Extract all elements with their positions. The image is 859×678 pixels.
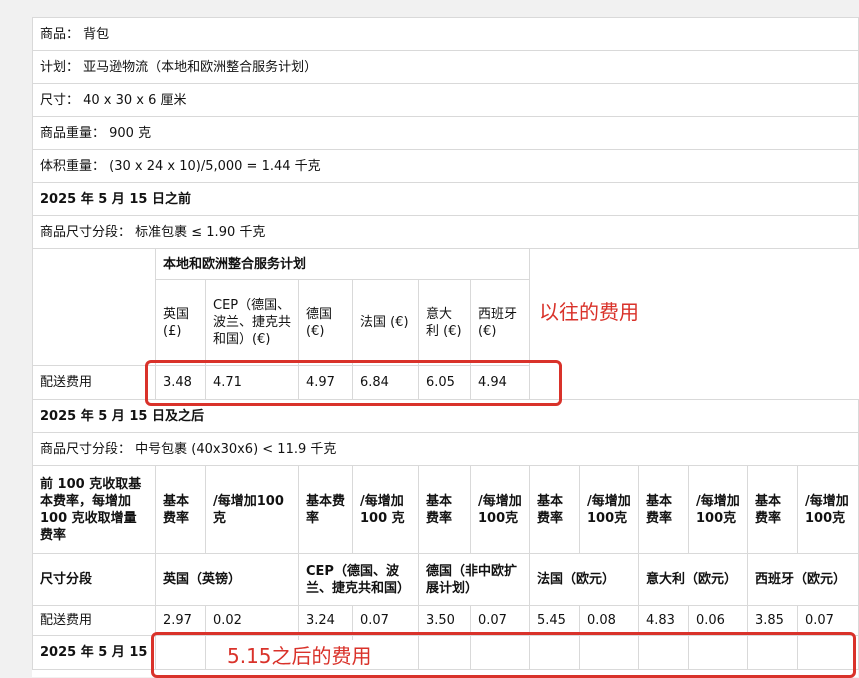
after-fee-cep-base: 3.24	[298, 605, 353, 636]
plan-row: 计划： 亚马逊物流（本地和欧洲整合服务计划）	[31, 50, 859, 84]
after-country-de: 德国（非中欧扩展计划）	[418, 553, 530, 606]
after-fee-fr-incr: 0.08	[579, 605, 639, 636]
after-date-heading: 2025 年 5 月 15 日及之后	[31, 399, 859, 433]
after-fee-de-base: 3.50	[418, 605, 471, 636]
after-country-es: 西班牙（欧元）	[746, 553, 859, 606]
after-incr-de: /每增加100克	[470, 465, 530, 554]
before-col-de: 德国 (€)	[298, 279, 353, 366]
after-fee-es-base: 3.85	[747, 605, 798, 636]
before-size-tier: 商品尺寸分段： 标准包裹 ≤ 1.90 千克	[31, 215, 859, 249]
before-fee-fr: 6.84	[352, 365, 419, 400]
before-fee-annotation: 以往的费用	[539, 300, 639, 324]
size-row: 尺寸： 40 x 30 x 6 厘米	[31, 83, 859, 117]
before-fee-it: 6.05	[418, 365, 471, 400]
before-plan-header: 本地和欧洲整合服务计划	[155, 248, 530, 280]
after-incr-uk: /每增加100克	[205, 465, 299, 554]
before-empty-corner	[32, 248, 156, 366]
before-col-fr: 法国 (€)	[352, 279, 419, 366]
after-incr-fr: /每增加100克	[579, 465, 639, 554]
after-fee-it-incr: 0.06	[688, 605, 748, 636]
after-fee-uk-incr: 0.02	[205, 605, 299, 636]
after-country-cep: CEP（德国、波兰、捷克共和国）	[298, 553, 419, 606]
after-fee-cep-incr: 0.07	[352, 605, 419, 636]
before-fee-label: 配送费用	[32, 365, 156, 400]
weight-row: 商品重量： 900 克	[31, 116, 859, 150]
after-rate-description: 前 100 克收取基本费率，每增加 100 克收取增量费率	[32, 465, 156, 554]
before-date-heading: 2025 年 5 月 15 日之前	[31, 182, 859, 216]
after-fee-uk-base: 2.97	[155, 605, 206, 636]
product-row: 商品： 背包	[31, 17, 859, 51]
before-col-it: 意大利 (€)	[418, 279, 471, 366]
before-fee-es: 4.94	[470, 365, 530, 400]
after-incr-cep: /每增加 100 克	[352, 465, 419, 554]
after-size-tier: 商品尺寸分段： 中号包裹 (40x30x6) < 11.9 千克	[31, 432, 859, 466]
after-country-it: 意大利（欧元）	[638, 553, 748, 606]
before-fee-de: 4.97	[298, 365, 353, 400]
after-base-it: 基本费率	[638, 465, 689, 554]
after-country-uk: 英国（英镑）	[155, 553, 299, 606]
after-base-es: 基本费率	[747, 465, 798, 554]
after-fee-annotation: 5.15之后的费用	[223, 640, 376, 669]
after-tier-label: 尺寸分段	[32, 553, 156, 606]
after-fee-fr-base: 5.45	[529, 605, 580, 636]
volume-weight-row: 体积重量： (30 x 24 x 10)/5,000 = 1.44 千克	[31, 149, 859, 183]
fee-comparison-table: 商品： 背包 计划： 亚马逊物流（本地和欧洲整合服务计划） 尺寸： 40 x 3…	[31, 17, 859, 670]
before-col-cep: CEP（德国、波兰、捷克共和国）(€)	[205, 279, 299, 366]
after-base-de: 基本费率	[418, 465, 471, 554]
before-fee-uk: 3.48	[155, 365, 206, 400]
after-fee-label: 配送费用	[32, 605, 156, 636]
after-base-uk: 基本费率	[155, 465, 206, 554]
after-base-fr: 基本费率	[529, 465, 580, 554]
after-incr-es: /每增加100克	[796, 465, 859, 554]
after-fee-de-incr: 0.07	[470, 605, 530, 636]
after-fee-es-incr: 0.07	[796, 605, 859, 636]
after-base-cep: 基本费率	[298, 465, 353, 554]
before-col-uk: 英国 (£)	[155, 279, 206, 366]
before-fee-cep: 4.71	[205, 365, 299, 400]
after-country-fr: 法国（欧元）	[529, 553, 639, 606]
after-incr-it: /每增加100克	[688, 465, 748, 554]
after-fee-it-base: 4.83	[638, 605, 689, 636]
before-col-es: 西班牙 (€)	[470, 279, 530, 366]
cutoff-row-label: 2025 年 5 月 15	[32, 635, 156, 670]
